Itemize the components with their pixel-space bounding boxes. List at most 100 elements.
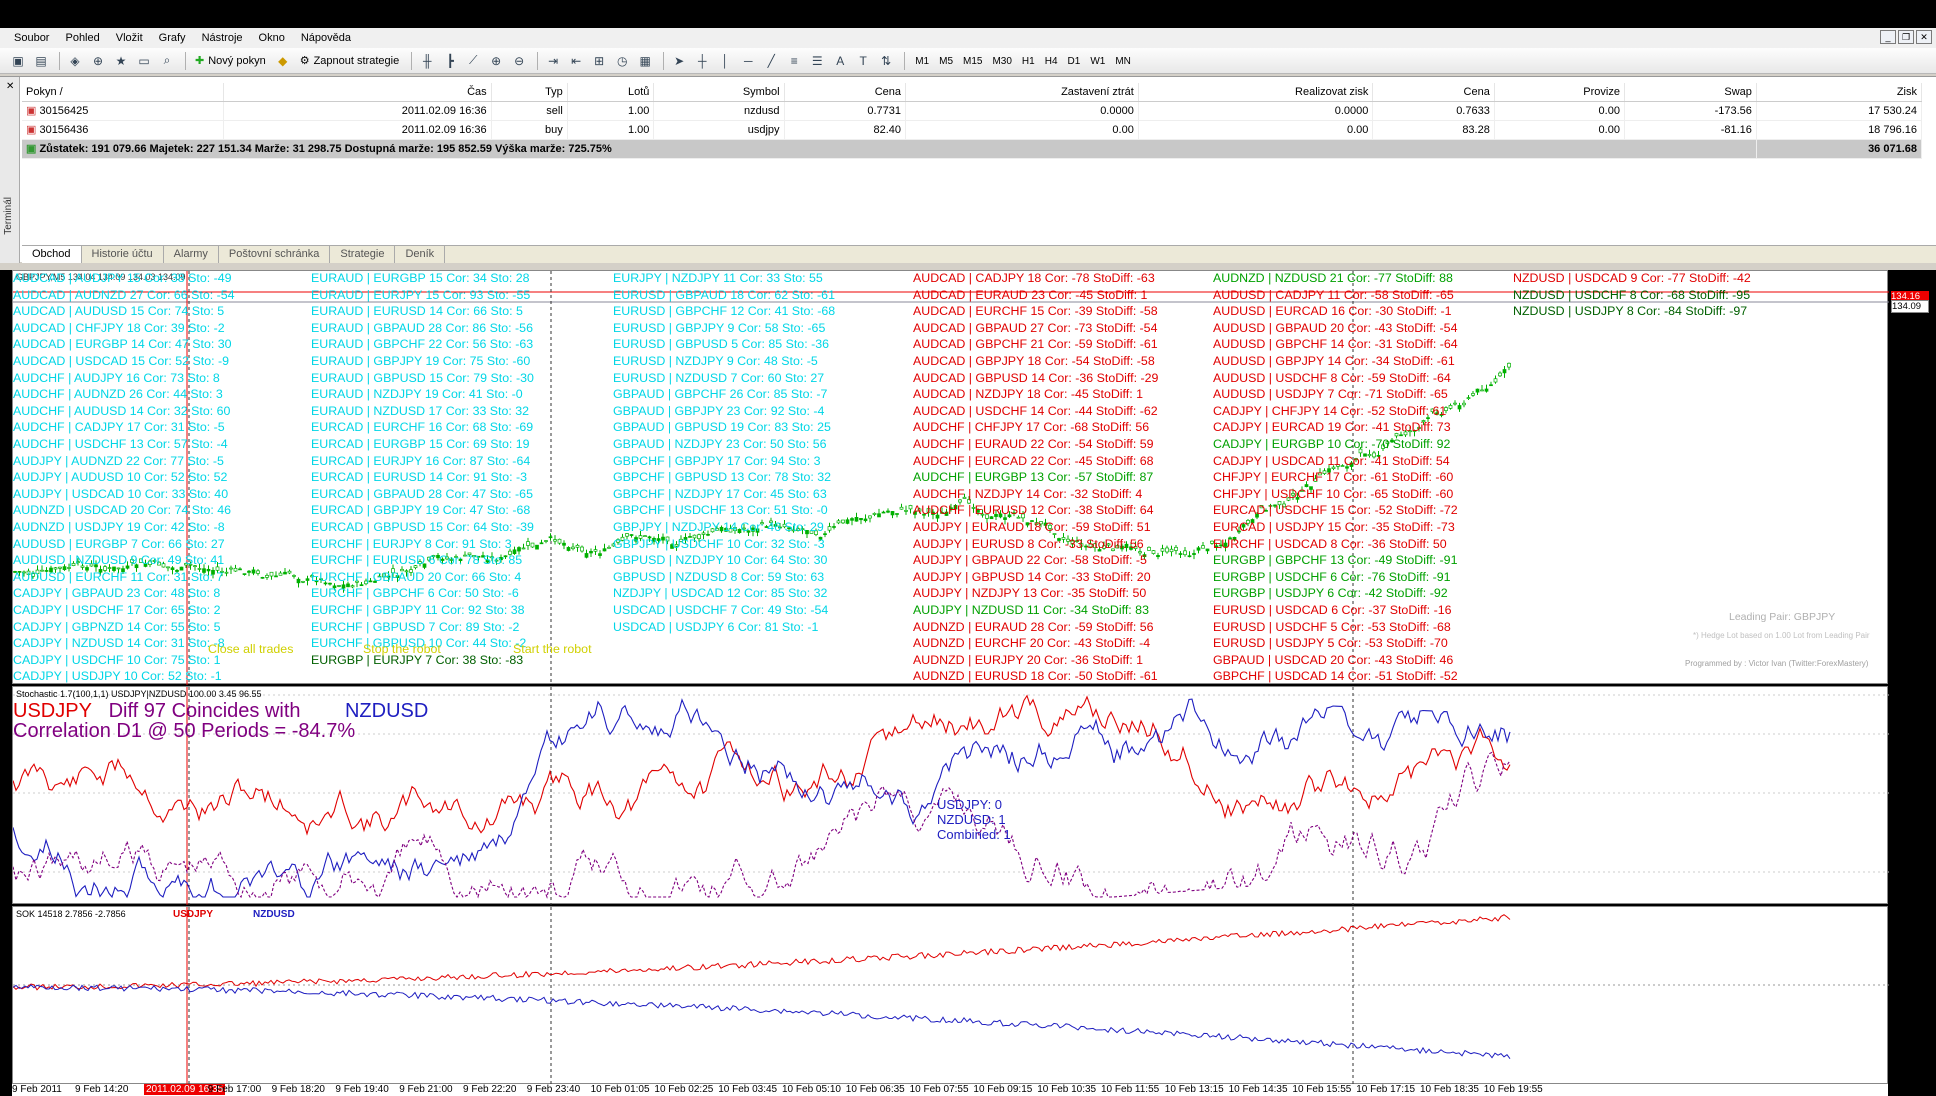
order-row[interactable]: ▣ 30156425 2011.02.09 16:36 sell 1.00 nzdusd… <box>22 101 1923 121</box>
stochastic-pane[interactable]: Stochastic 1.7(100,1,1) USDJPY|NZDUSD 10… <box>12 686 1907 905</box>
timeframe-mn[interactable]: MN <box>1110 56 1136 67</box>
order-icon: ▣ <box>26 124 40 136</box>
time-label: 10 Feb 10:35 <box>1037 1084 1097 1095</box>
tester-icon[interactable]: ⌕ <box>157 51 177 71</box>
column-header[interactable]: Cena <box>784 83 907 102</box>
terminal-panel: ✕ Terminál Pokyn / Čas Typ Lotů Symbol Cena Za… <box>0 76 1936 263</box>
column-header[interactable]: Zisk <box>1756 83 1923 102</box>
stop-robot-button[interactable]: Stop the robot <box>363 641 441 658</box>
correlation-line: AUDNZD | NZDUSD 21 Cor: -77 StoDiff: 88 <box>1213 271 1453 285</box>
correlation-line: EURCHF | GBPCHF 6 Cor: 50 Sto: -6 <box>311 586 519 601</box>
order-row[interactable]: ▣ 30156436 2011.02.09 16:36 buy 1.00 usdjpy 8… <box>22 120 1923 140</box>
toggle-strategy-button[interactable]: ⚙ Zapnout strategie <box>296 51 404 71</box>
column-header[interactable]: Swap <box>1624 83 1757 102</box>
new-chart-icon[interactable]: ▣ <box>8 51 28 71</box>
time-label: 10 Feb 18:35 <box>1420 1084 1479 1095</box>
timeframe-h4[interactable]: H4 <box>1040 56 1063 67</box>
correlation-line: AUDNZD | EURCHF 20 Cor: -43 StoDiff: -4 <box>913 636 1151 651</box>
close-all-trades-button[interactable]: Close all trades <box>208 641 293 658</box>
terminal-tab[interactable]: Deník <box>395 246 446 263</box>
terminal-tab[interactable]: Alarmy <box>164 246 219 263</box>
timeframe-m5[interactable]: M5 <box>934 56 958 67</box>
terminal-icon[interactable]: ▭ <box>134 51 154 71</box>
close-terminal-icon[interactable]: ✕ <box>6 81 14 92</box>
column-header[interactable]: Lotů <box>567 83 655 102</box>
price-label: 132.95 <box>1891 503 1921 514</box>
metaeditor-icon[interactable]: ◆ <box>273 51 293 71</box>
column-header[interactable]: Realizovat zisk <box>1138 83 1374 102</box>
time-label: 10 Feb 06:35 <box>845 1084 905 1095</box>
text-icon[interactable]: A <box>830 51 850 71</box>
channel-icon[interactable]: ≡ <box>784 51 804 71</box>
line-chart-icon[interactable]: ⟋ <box>463 51 483 71</box>
timeframe-m30[interactable]: M30 <box>987 56 1016 67</box>
cursor-icon[interactable]: ➤ <box>669 51 689 71</box>
sok-axis-label: 0.00 <box>1891 983 1910 994</box>
autoscroll-icon[interactable]: ⇥ <box>543 51 563 71</box>
terminal-tab[interactable]: Historie účtu <box>82 246 164 263</box>
correlation-line: EURJPY | NZDJPY 11 Cor: 33 Sto: 55 <box>613 271 823 285</box>
chart-shift-icon[interactable]: ⇤ <box>566 51 586 71</box>
close-icon[interactable]: ✕ <box>1916 30 1932 44</box>
indicators-icon[interactable]: ⊞ <box>589 51 609 71</box>
market-watch-icon[interactable]: ◈ <box>65 51 85 71</box>
price-pane[interactable]: GBPJPY,M5 134.04 134.09 134.03 134.09 AU… <box>12 270 1929 685</box>
data-window-icon[interactable]: ⊕ <box>88 51 108 71</box>
correlation-line: EURCHF | GBPJPY 11 Cor: 92 Sto: 38 <box>311 603 525 617</box>
menu-item-pohled[interactable]: Pohled <box>57 32 107 44</box>
fibonacci-icon[interactable]: ☰ <box>807 51 827 71</box>
periods-icon[interactable]: ◷ <box>612 51 632 71</box>
navigator-icon[interactable]: ★ <box>111 51 131 71</box>
crosshair-icon[interactable]: ┼ <box>692 51 712 71</box>
minimize-icon[interactable]: _ <box>1880 30 1896 44</box>
timeframe-m15[interactable]: M15 <box>958 56 987 67</box>
label-icon[interactable]: T <box>853 51 873 71</box>
timeframe-w1[interactable]: W1 <box>1085 56 1110 67</box>
column-header[interactable]: Symbol <box>653 83 785 102</box>
column-header[interactable]: Cena <box>1372 83 1495 102</box>
menu-item-nápověda[interactable]: Nápověda <box>293 32 359 44</box>
terminal-tab[interactable]: Poštovní schránka <box>219 246 331 263</box>
correlation-line: GBPCHF | GBPJPY 17 Cor: 94 Sto: 3 <box>613 453 821 468</box>
trendline-icon[interactable]: ╱ <box>761 51 781 71</box>
horizontal-line-icon[interactable]: ─ <box>738 51 758 71</box>
timeframe-m1[interactable]: M1 <box>910 56 934 67</box>
correlation-line: AUDCAD | AUDJPY 15 Cor: 38 Sto: -49 <box>13 271 232 285</box>
timeframe-h1[interactable]: H1 <box>1017 56 1040 67</box>
menu-item-vložit[interactable]: Vložit <box>108 32 151 44</box>
zoom-out-icon[interactable]: ⊖ <box>509 51 529 71</box>
order-cell: 2011.02.09 16:36 <box>223 101 492 121</box>
sok-pane[interactable]: SOK 14518 2.7856 -2.7856 USDJPY NZDUSD 3… <box>12 906 1923 1085</box>
time-label: 10 Feb 02:25 <box>654 1084 714 1095</box>
correlation-line: CHFJPY | USDCHF 10 Cor: -65 StoDiff: -60 <box>1213 486 1454 501</box>
menu-item-soubor[interactable]: Soubor <box>6 32 57 44</box>
start-robot-button[interactable]: Start the robot <box>513 641 592 658</box>
new-order-button[interactable]: ✚ Nový pokyn <box>191 51 270 71</box>
timeframe-d1[interactable]: D1 <box>1063 56 1086 67</box>
terminal-tab[interactable]: Obchod <box>22 246 82 263</box>
column-header[interactable]: Pokyn / <box>22 83 225 102</box>
column-header[interactable]: Provize <box>1494 83 1625 102</box>
templates-icon[interactable]: ▦ <box>635 51 655 71</box>
new-order-icon: ✚ <box>195 55 205 67</box>
column-header[interactable]: Typ <box>491 83 568 102</box>
column-header[interactable]: Zastavení ztrát <box>905 83 1139 102</box>
correlation-line: AUDCHF | EURCAD 22 Cor: -45 StoDiff: 68 <box>913 453 1154 468</box>
restore-icon[interactable]: ❐ <box>1898 30 1914 44</box>
vertical-line-icon[interactable]: │ <box>715 51 735 71</box>
correlation-line: AUDCAD | AUDNZD 27 Cor: 66 Sto: -54 <box>13 287 235 302</box>
menu-item-okno[interactable]: Okno <box>251 32 293 44</box>
correlation-line: EURCAD | EURCHF 16 Cor: 68 Sto: -69 <box>311 420 534 435</box>
menu-item-grafy[interactable]: Grafy <box>151 32 194 44</box>
profiles-icon[interactable]: ▤ <box>31 51 51 71</box>
column-header[interactable]: Čas <box>223 83 492 102</box>
menu-item-nástroje[interactable]: Nástroje <box>194 32 251 44</box>
candle-chart-icon[interactable]: ┣ <box>440 51 460 71</box>
zoom-in-icon[interactable]: ⊕ <box>486 51 506 71</box>
correlation-line: AUDCHF | AUDUSD 14 Cor: 32 Sto: 60 <box>13 403 231 418</box>
arrows-icon[interactable]: ⇅ <box>876 51 896 71</box>
terminal-tab[interactable]: Strategie <box>330 246 396 263</box>
correlation-line: AUDCHF | NZDJPY 14 Cor: -32 StoDiff: 4 <box>913 486 1143 501</box>
bar-chart-icon[interactable]: ╫ <box>417 51 437 71</box>
correlation-line: EURUSD | GBPUSD 5 Cor: 85 Sto: -36 <box>613 337 829 352</box>
